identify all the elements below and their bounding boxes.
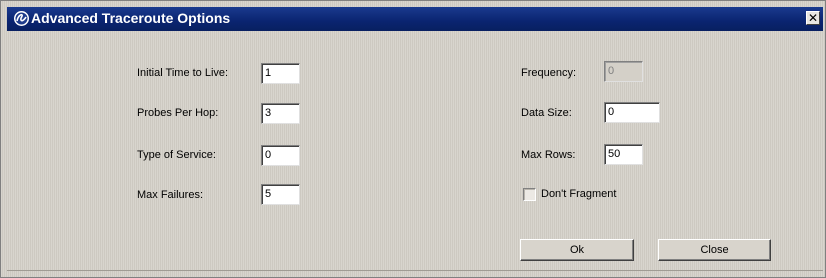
max-failures-input[interactable]: 5	[261, 184, 300, 205]
close-button[interactable]: Close	[658, 239, 771, 261]
type-of-service-input[interactable]: 0	[261, 145, 300, 166]
max-failures-label: Max Failures:	[137, 189, 204, 201]
ok-button[interactable]: Ok	[520, 239, 634, 261]
close-window-icon[interactable]: ✕	[806, 11, 820, 25]
max-rows-label: Max Rows:	[521, 149, 576, 161]
probes-per-hop-label: Probes Per Hop:	[137, 107, 219, 119]
initial-ttl-input[interactable]: 1	[261, 63, 300, 84]
type-of-service-label: Type of Service:	[137, 149, 216, 161]
dont-fragment-checkbox[interactable]	[523, 188, 536, 201]
data-size-label: Data Size:	[521, 107, 572, 119]
bottom-divider	[7, 270, 823, 271]
frequency-input: 0	[604, 61, 643, 82]
max-rows-input[interactable]: 50	[604, 144, 643, 165]
frequency-label: Frequency:	[521, 67, 577, 79]
advanced-traceroute-options-dialog: Advanced Traceroute Options ✕ Initial Ti…	[0, 0, 826, 278]
probes-per-hop-input[interactable]: 3	[261, 103, 300, 124]
app-logo-icon	[14, 11, 29, 26]
dont-fragment-label[interactable]: Don't Fragment	[541, 187, 616, 201]
data-size-input[interactable]: 0	[604, 102, 660, 123]
title-bar[interactable]: Advanced Traceroute Options ✕	[7, 7, 823, 31]
initial-ttl-label: Initial Time to Live:	[137, 67, 229, 79]
window-title: Advanced Traceroute Options	[31, 10, 231, 26]
